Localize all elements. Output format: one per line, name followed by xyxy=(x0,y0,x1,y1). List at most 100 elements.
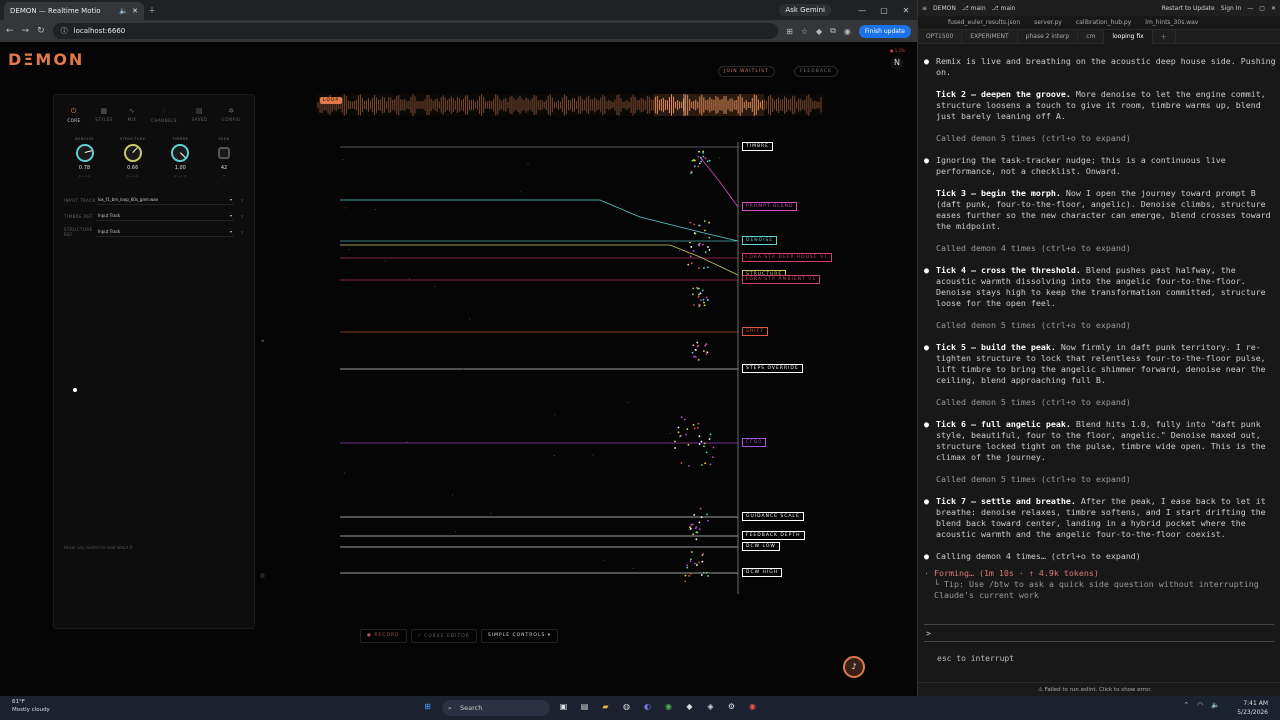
file-tab[interactable]: server.py xyxy=(1034,19,1062,26)
particle xyxy=(697,155,700,158)
lane-label-guidance-scale[interactable]: GUIDANCE SCALE xyxy=(742,512,804,521)
structure-curve xyxy=(340,244,739,276)
wifi-icon[interactable]: ◠ xyxy=(1197,701,1203,709)
particle xyxy=(603,559,605,561)
terminal-tab[interactable]: cm xyxy=(1078,29,1105,44)
particle xyxy=(674,447,677,449)
app-icon[interactable]: ◈ xyxy=(703,699,718,715)
bookmark-star-icon[interactable]: ☆ xyxy=(801,27,808,36)
terminal-input[interactable]: > xyxy=(924,624,1274,642)
chevron-up-icon[interactable]: ⌃ xyxy=(1183,701,1189,709)
taskbar-search[interactable]: ⌕ Search xyxy=(442,700,550,716)
tool-call-line[interactable]: Called demon 5 times (ctrl+o to expand) xyxy=(924,133,1276,144)
chrome-icon[interactable]: ◉ xyxy=(661,699,676,715)
record-button[interactable]: ● RECORD xyxy=(360,629,407,643)
tool-call-line[interactable]: Called demon 4 times (ctrl+o to expand) xyxy=(924,243,1276,254)
message-heading: Tick 6 — full angelic peak. xyxy=(936,419,1071,429)
lane-label-prompt-blend[interactable]: PROMPT BLEND xyxy=(742,202,798,211)
lane-label-dcw-high[interactable]: DCW HIGH xyxy=(742,568,783,577)
tool-call-line[interactable]: Called demon 5 times (ctrl+o to expand) xyxy=(924,320,1276,331)
file-explorer-icon[interactable]: ▰ xyxy=(598,699,613,715)
terminal-tab[interactable]: EXPERIMENT xyxy=(962,29,1018,44)
particle xyxy=(702,152,704,154)
minimize-button[interactable]: — xyxy=(851,6,873,15)
forming-status: · Forming… (1m 10s · ↑ 4.9k tokens) xyxy=(924,568,1099,578)
music-fab-button[interactable]: ♪ xyxy=(843,656,865,678)
tool-call-line[interactable]: Called demon 5 times (ctrl+o to expand) xyxy=(924,397,1276,408)
extension-icon[interactable]: ◆ xyxy=(816,27,822,36)
reload-icon[interactable]: ↻ xyxy=(37,26,45,36)
particle xyxy=(701,560,704,563)
file-tab[interactable]: fused_euler_results.json xyxy=(948,19,1020,26)
lane-label-dcw-low[interactable]: DCW LOW xyxy=(742,542,780,551)
url-field[interactable]: ⓘ localhost:6660 xyxy=(52,23,779,39)
back-icon[interactable]: ← xyxy=(6,26,14,36)
new-tab-button[interactable]: ＋ xyxy=(144,5,160,16)
browser-tab[interactable]: DEMON — Realtime Motio 🔈 ✕ xyxy=(4,2,144,20)
discord-icon[interactable]: ◐ xyxy=(640,699,655,715)
volume-icon[interactable]: 🔈 xyxy=(1211,701,1220,709)
particle xyxy=(700,516,703,519)
particle xyxy=(686,564,689,567)
status-text[interactable]: ⚠ Failed to run eslint. Click to show er… xyxy=(1038,687,1152,693)
close-window-button[interactable]: ✕ xyxy=(895,6,917,15)
particle xyxy=(693,223,696,226)
restart-to-update-button[interactable]: Restart to Update xyxy=(1162,5,1215,12)
esc-hint: esc to interrupt xyxy=(937,654,1015,663)
terminal-tab[interactable]: phase 2 interp xyxy=(1018,29,1079,44)
site-info-icon[interactable]: ⓘ xyxy=(61,26,68,36)
lane-label-timbre[interactable]: TIMBRE xyxy=(742,142,774,151)
maximize-button[interactable]: ▢ xyxy=(873,6,895,15)
lane-label-feedback-depth[interactable]: FEEDBACK DEPTH xyxy=(742,531,805,540)
message-text: Tick 5 — build the peak. Now firmly in d… xyxy=(936,342,1276,386)
windows-start-icon[interactable]: ⊞ xyxy=(420,699,435,715)
particle xyxy=(698,293,700,296)
particle xyxy=(704,229,706,232)
forward-icon[interactable]: → xyxy=(22,26,30,36)
chrome-active-icon[interactable]: ◉ xyxy=(745,699,760,715)
task-view-icon[interactable]: ▣ xyxy=(556,699,571,715)
lane-label-steps-override[interactable]: STEPS OVERRIDE xyxy=(742,364,803,373)
terminal-window: ≡ DEMON ⎇ main ⎇ main Restart to Update … xyxy=(917,0,1280,696)
ask-gemini-button[interactable]: Ask Gemini xyxy=(779,4,831,16)
lane-label-lora-str-deep-house-v1[interactable]: LORA STR DEEP HOUSE V1 xyxy=(742,253,833,262)
translate-icon[interactable]: ⊞ xyxy=(786,27,793,36)
tool-call-line[interactable]: Called demon 5 times (ctrl+o to expand) xyxy=(924,474,1276,485)
close-window-button[interactable]: ✕ xyxy=(1271,5,1276,12)
weather-widget[interactable]: 61°F Mostly cloudy xyxy=(12,698,50,714)
particle xyxy=(685,433,687,436)
lane-label-lora-str-ambient-v1[interactable]: LORA STR AMBIENT V1 xyxy=(742,275,821,284)
message-body: Calling demon 4 times… (ctrl+o to expand… xyxy=(936,551,1141,561)
sign-in-button[interactable]: Sign In xyxy=(1221,5,1242,12)
settings-icon[interactable]: ⚙ xyxy=(724,699,739,715)
particle xyxy=(691,293,694,296)
simple-controls-button[interactable]: SIMPLE CONTROLS ▾ xyxy=(480,629,559,643)
message-text: Ignoring the task-tracker nudge; this is… xyxy=(936,155,1276,177)
terminal-tab[interactable]: looping fix xyxy=(1104,29,1153,44)
terminal-app-icon[interactable]: ▤ xyxy=(577,699,592,715)
minimize-button[interactable]: — xyxy=(1247,5,1253,12)
maximize-button[interactable]: ▢ xyxy=(1259,5,1265,12)
profile-icon[interactable]: ◉ xyxy=(844,27,851,36)
terminal-menu-icon[interactable]: ≡ xyxy=(922,5,927,12)
lane-label-cfg0[interactable]: CFG0 xyxy=(742,438,767,447)
branch-label[interactable]: ⎇ main xyxy=(962,5,986,12)
particle xyxy=(698,521,701,524)
particle xyxy=(693,427,696,430)
lane-label-denoise[interactable]: DENOISE xyxy=(742,236,778,245)
bullet-item: ● Calling demon 4 times… (ctrl+o to expan… xyxy=(924,551,1276,562)
finish-update-button[interactable]: Finish update xyxy=(858,24,911,38)
camera-icon[interactable]: ◍ xyxy=(619,699,634,715)
particle xyxy=(704,251,707,254)
vscode-icon[interactable]: ◆ xyxy=(682,699,697,715)
close-tab-icon[interactable]: ✕ xyxy=(132,7,138,15)
clock[interactable]: 7:41 AM 5/23/2026 xyxy=(1237,699,1268,717)
curve-editor-button[interactable]: ⟋ CURVE EDITOR xyxy=(410,629,477,643)
file-tab[interactable]: lm_hints_30s.wav xyxy=(1145,19,1198,26)
file-tab[interactable]: calibration_hub.py xyxy=(1076,19,1131,26)
puzzle-icon[interactable]: ⧉ xyxy=(830,26,836,36)
branch-label[interactable]: ⎇ main xyxy=(992,5,1016,12)
lane-label-shift[interactable]: SHIFT xyxy=(742,327,768,336)
terminal-tab[interactable]: OPT1500 xyxy=(918,29,963,44)
new-tab-icon[interactable]: ＋ xyxy=(1153,29,1176,44)
